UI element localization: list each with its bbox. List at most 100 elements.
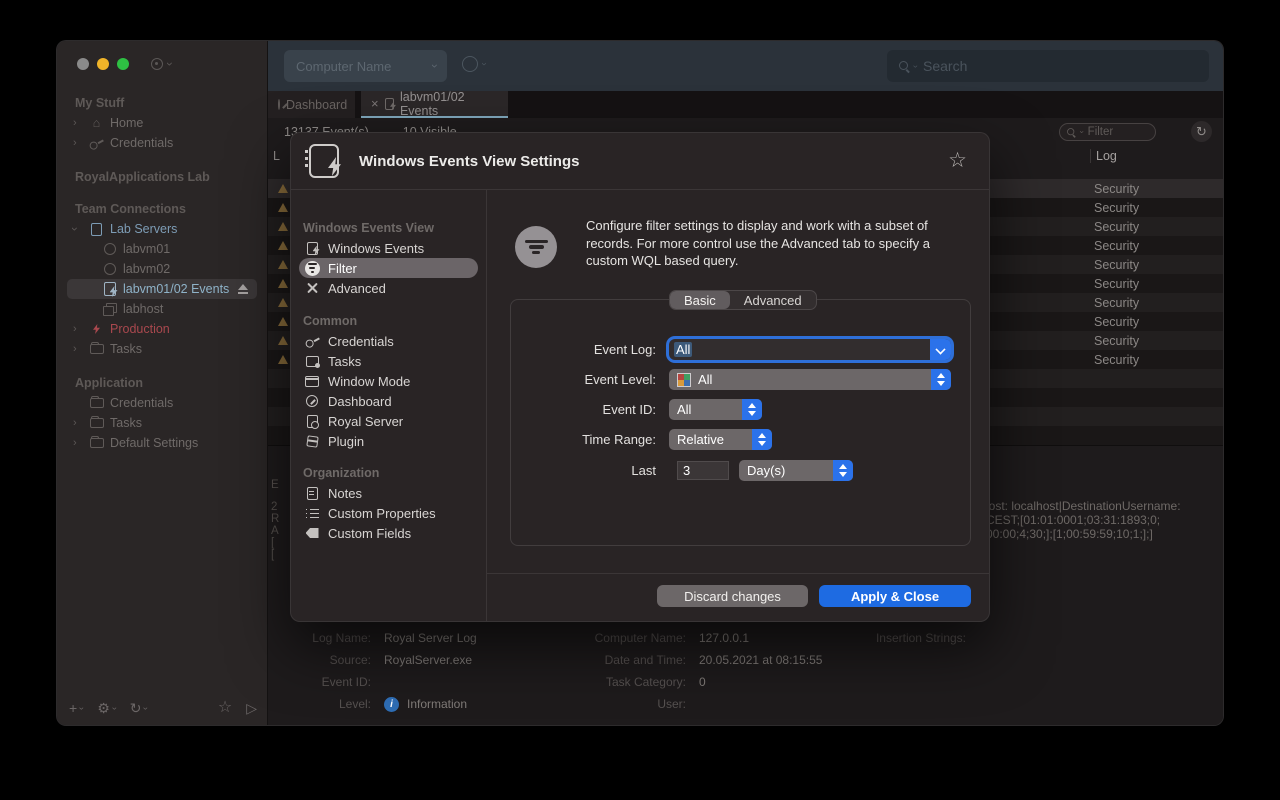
filter-hero-icon [515,226,557,268]
warning-icon [278,355,288,364]
chevron-down-icon[interactable]: › [69,227,81,231]
dialog-nav-filter-selected[interactable]: Filter [299,258,478,278]
last-value-input[interactable] [677,461,729,480]
refresh-button[interactable]: ↻ [1191,121,1212,142]
sidebar-item-home[interactable]: › ⌂ Home [57,113,267,133]
global-search-field[interactable]: › [887,50,1209,82]
tab-advanced[interactable]: Advanced [730,291,816,309]
truncated-text: 2 [271,501,277,513]
sidebar-item-lab-servers[interactable]: › Lab Servers [57,219,267,239]
apply-close-button[interactable]: Apply & Close [819,585,971,607]
chevron-right-icon[interactable]: › [73,437,88,449]
sidebar-item-events-selected[interactable]: labvm01/02 Events [67,279,257,299]
tab-dashboard[interactable]: Dashboard [268,91,355,118]
dialog-nav-plugin[interactable]: Plugin [291,431,486,451]
chevron-right-icon[interactable]: › [73,343,88,355]
chevron-down-icon: › [77,707,86,710]
time-range-popup[interactable]: Relative [669,429,772,450]
last-unit-popup[interactable]: Day(s) [739,460,853,481]
play-button[interactable]: ▷ [246,701,257,715]
favorite-star-button[interactable]: ☆ [218,700,232,716]
filter-input[interactable] [1086,125,1138,139]
sync-button[interactable]: ↻› [130,701,148,715]
warning-icon [278,260,288,269]
dialog-nav-dashboard[interactable]: Dashboard [291,391,486,411]
sidebar-item-app-credentials[interactable]: Credentials [57,393,267,413]
sidebar-item-tasks[interactable]: › Tasks [57,339,267,359]
chevron-right-icon[interactable]: › [73,137,88,149]
dialog-nav-credentials[interactable]: Credentials [291,331,486,351]
dialog-section-organization: Organization [291,463,486,483]
warning-icon [278,279,288,288]
run-dropdown-button[interactable]: › [462,56,485,72]
dialog-nav-custom-properties[interactable]: Custom Properties [291,503,486,523]
insertion-strings-text: 00:00;4;30;];[1;00:59:59;10;1;];] [986,527,1153,541]
user-row: User: [526,694,686,714]
popup-stepper-icon[interactable] [742,399,762,420]
sidebar-item-default-settings[interactable]: › Default Settings [57,433,267,453]
dialog-nav-windows-events[interactable]: Windows Events [291,238,486,258]
dialog-nav-notes[interactable]: Notes [291,483,486,503]
discard-changes-button[interactable]: Discard changes [657,585,808,607]
warning-icon [278,184,288,193]
window-icon [303,376,321,387]
gear-icon: ⚙ [97,701,110,715]
dialog-nav-custom-fields[interactable]: Custom Fields [291,523,486,543]
sidebar-item-labhost[interactable]: labhost [57,299,267,319]
filter-field[interactable]: › [1059,123,1156,141]
connect-menu-button[interactable]: › [151,58,172,70]
add-button[interactable]: +› [69,701,83,715]
windows-icon [101,303,118,315]
chevron-right-icon[interactable]: › [73,417,88,429]
dialog-nav-royal-server[interactable]: Royal Server [291,411,486,431]
tab-events-active[interactable]: × labvm01/02 Events [361,91,508,118]
event-id-popup[interactable]: All [669,399,762,420]
sidebar-item-labvm01[interactable]: labvm01 [57,239,267,259]
traffic-lights [77,58,129,70]
folder-icon [88,418,105,428]
dialog-header: Windows Events View Settings ☆ [291,133,989,190]
dialog-nav-advanced[interactable]: Advanced [291,278,486,298]
favorite-star-icon[interactable]: ☆ [948,148,967,173]
combo-dropdown-button[interactable] [930,339,951,360]
popup-stepper-icon[interactable] [833,460,853,481]
tab-basic[interactable]: Basic [670,291,730,309]
tab-bar: Dashboard × labvm01/02 Events [268,91,1223,118]
search-input[interactable] [921,57,1161,75]
settings-button[interactable]: ⚙› [97,701,116,715]
sidebar-item-credentials[interactable]: › Credentials [57,133,267,153]
minimize-window-button[interactable] [97,58,109,70]
plus-icon: + [69,701,77,715]
dialog-nav-window-mode[interactable]: Window Mode [291,371,486,391]
sidebar-item-app-tasks[interactable]: › Tasks [57,413,267,433]
computer-name-dropdown[interactable]: Computer Name › [284,50,447,82]
filter-description: Configure filter settings to display and… [586,217,972,270]
filter-icon [303,261,321,276]
sidebar-item-labvm02[interactable]: labvm02 [57,259,267,279]
sidebar-footer-toolbar: +› ⚙› ↻› ☆ ▷ [69,697,257,719]
dialog-nav-tasks[interactable]: Tasks [291,351,486,371]
column-log[interactable]: Log [1090,149,1117,163]
chevron-right-icon[interactable]: › [73,117,88,129]
zoom-window-button[interactable] [117,58,129,70]
chevron-right-icon[interactable]: › [73,323,88,335]
event-level-popup[interactable]: All [669,369,951,390]
event-log-combobox[interactable]: All [669,339,951,360]
close-window-button[interactable] [77,58,89,70]
popup-stepper-icon[interactable] [931,369,951,390]
eject-icon[interactable] [237,284,249,294]
log-name-row: Log Name: Royal Server Log [268,628,477,648]
cube-icon [303,436,321,447]
dialog-sidebar: Windows Events View Windows Events Filte… [291,190,487,621]
column-level[interactable]: L [273,149,280,163]
close-tab-icon[interactable]: × [371,96,379,111]
connection-icon [101,263,118,275]
warning-icon [278,222,288,231]
dialog-section-view: Windows Events View [291,218,486,238]
server-icon [303,415,321,428]
events-icon [101,282,118,296]
chevron-down-icon: › [429,64,441,68]
popup-stepper-icon[interactable] [752,429,772,450]
sidebar-item-production[interactable]: › Production [57,319,267,339]
warning-icon [278,241,288,250]
